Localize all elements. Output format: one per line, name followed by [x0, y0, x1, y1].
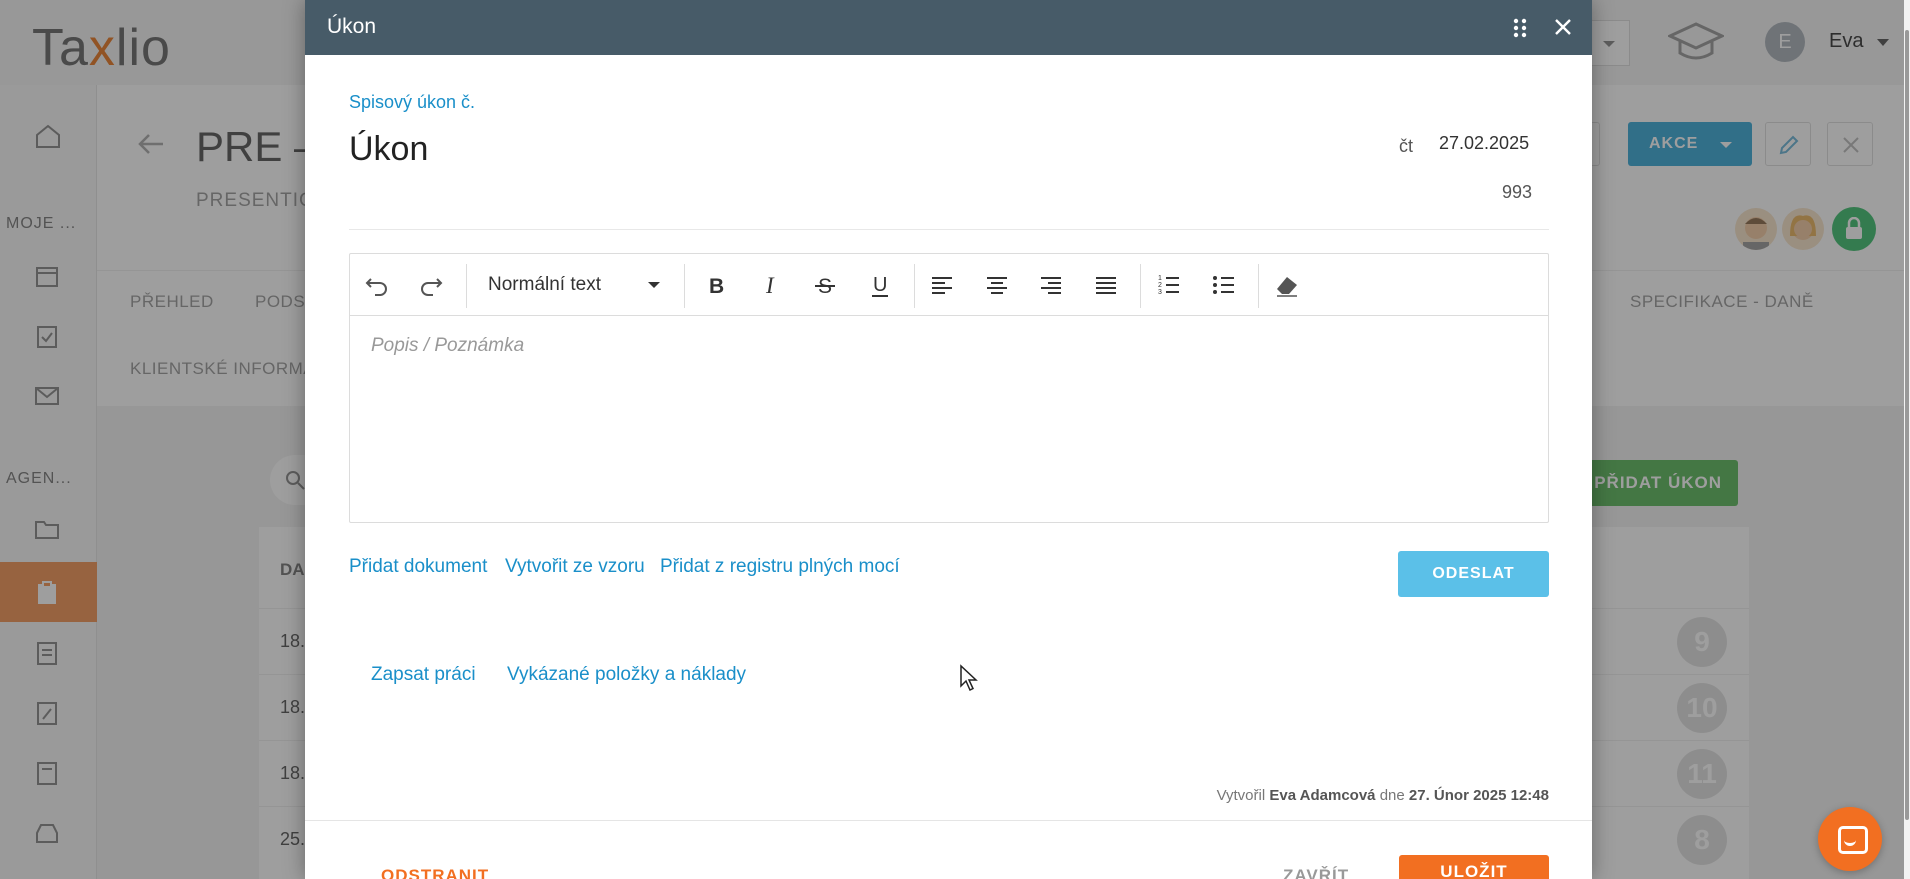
date-field[interactable]: 27.02.2025 — [1439, 133, 1529, 154]
drag-handle-icon[interactable] — [1513, 18, 1527, 38]
save-button[interactable]: ULOŽIT — [1399, 855, 1549, 879]
underline-icon[interactable]: U — [865, 270, 895, 300]
strikethrough-icon[interactable]: S — [810, 270, 840, 300]
divider — [305, 820, 1592, 821]
toolbar-separator — [466, 264, 467, 308]
align-justify-icon[interactable] — [1091, 270, 1121, 300]
delete-button[interactable]: ODSTRANIT — [381, 866, 489, 879]
add-from-registry-link[interactable]: Přidat z registru plných mocí — [660, 556, 900, 578]
bold-icon[interactable]: B — [701, 270, 731, 300]
close-icon[interactable] — [1553, 17, 1573, 37]
undo-icon[interactable] — [362, 270, 392, 300]
numbered-list-icon[interactable]: 123 — [1154, 270, 1184, 300]
code-field[interactable]: 993 — [1502, 182, 1532, 203]
align-center-icon[interactable] — [982, 270, 1012, 300]
toolbar-separator — [1140, 264, 1141, 308]
divider — [349, 229, 1549, 230]
weekday-label: čt — [1399, 136, 1414, 156]
svg-text:3: 3 — [1158, 289, 1162, 296]
mouse-cursor-icon — [960, 664, 978, 692]
chat-button[interactable] — [1818, 807, 1882, 871]
italic-icon[interactable]: I — [756, 270, 786, 300]
eraser-icon[interactable] — [1272, 270, 1302, 300]
toolbar-separator — [914, 264, 915, 308]
toolbar-separator — [1258, 264, 1259, 308]
redo-icon[interactable] — [416, 270, 446, 300]
close-button[interactable]: ZAVŘÍT — [1283, 866, 1349, 879]
editor-toolbar: Normální text B I S U 123 — [350, 254, 1548, 316]
page-scrollbar[interactable] — [1904, 0, 1910, 879]
svg-text:2: 2 — [1158, 282, 1162, 289]
chevron-down-icon[interactable] — [648, 282, 660, 288]
text-format-select[interactable]: Normální text — [488, 274, 601, 296]
create-from-template-link[interactable]: Vytvořit ze vzoru — [505, 556, 645, 578]
editor-placeholder[interactable]: Popis / Poznámka — [371, 335, 524, 357]
modal-header[interactable]: Úkon — [305, 0, 1592, 55]
send-button[interactable]: ODESLAT — [1398, 551, 1549, 597]
align-right-icon[interactable] — [1036, 270, 1066, 300]
items-costs-link[interactable]: Vykázané položky a náklady — [507, 664, 746, 686]
svg-text:I: I — [765, 273, 775, 298]
ukon-modal: Úkon Spisový úkon č. Úkon čt 27.02.2025 … — [305, 0, 1592, 879]
toolbar-separator — [684, 264, 685, 308]
align-left-icon[interactable] — [927, 270, 957, 300]
file-ukon-link[interactable]: Spisový úkon č. — [349, 92, 475, 113]
add-document-link[interactable]: Přidat dokument — [349, 556, 487, 578]
ukon-heading: Úkon — [349, 130, 429, 168]
created-info: Vytvořil Eva Adamcová dne 27. Únor 2025 … — [1216, 787, 1549, 804]
svg-text:U: U — [873, 274, 887, 296]
modal-title: Úkon — [327, 15, 377, 38]
bullet-list-icon[interactable] — [1209, 270, 1239, 300]
svg-text:1: 1 — [1158, 275, 1162, 282]
log-work-link[interactable]: Zapsat práci — [371, 664, 476, 686]
svg-text:B: B — [709, 275, 724, 298]
rich-text-editor: Normální text B I S U 123 Popis / Poznám… — [349, 253, 1549, 523]
